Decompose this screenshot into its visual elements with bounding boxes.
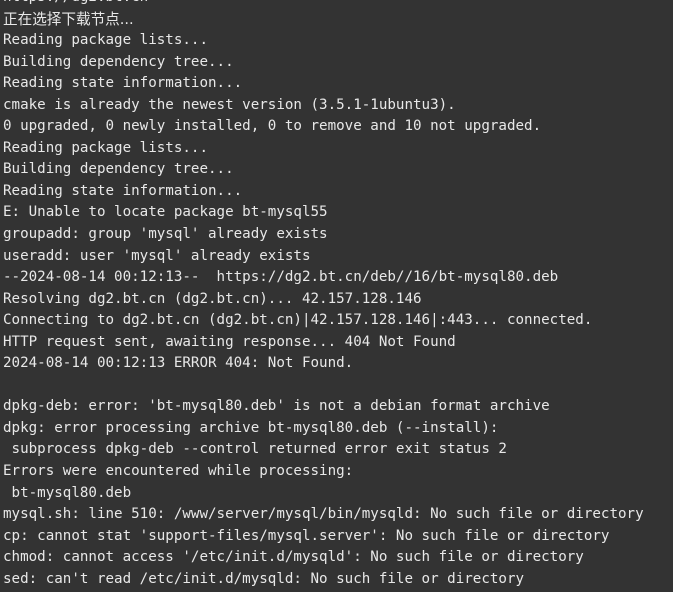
terminal-line: subprocess dpkg-deb --control returned e… <box>3 441 507 458</box>
terminal-line: groupadd: group 'mysql' already exists <box>3 226 328 243</box>
terminal-line: dpkg: error processing archive bt-mysql8… <box>3 419 499 436</box>
terminal-window[interactable]: https://dg2.bt.cn正在选择下载节点... Reading pack… <box>0 0 673 592</box>
terminal-line: Reading package lists... <box>3 139 208 156</box>
terminal-line: Connecting to dg2.bt.cn (dg2.bt.cn)|42.1… <box>3 312 593 329</box>
terminal-line: Building dependency tree... <box>3 161 234 178</box>
terminal-line: sed: can't read /etc/init.d/mysqld: No s… <box>3 570 525 587</box>
terminal-line: dpkg-deb: error: 'bt-mysql80.deb' is not… <box>3 398 550 415</box>
terminal-line: Reading package lists... <box>3 32 208 49</box>
terminal-line: useradd: user 'mysql' already exists <box>3 247 311 264</box>
terminal-line: Building dependency tree... <box>3 53 234 70</box>
terminal-line: mysql.sh: line 510: /www/server/mysql/bi… <box>3 506 644 523</box>
terminal-line: cp: cannot stat 'support-files/mysql.ser… <box>3 527 610 544</box>
terminal-line: bt-mysql80.deb <box>3 484 132 501</box>
terminal-line: chmod: cannot access '/etc/init.d/mysqld… <box>3 549 584 566</box>
terminal-line: Resolving dg2.bt.cn (dg2.bt.cn)... 42.15… <box>3 290 422 307</box>
terminal-line: E: Unable to locate package bt-mysql55 <box>3 204 328 221</box>
terminal-line: 正在选择下载节点... <box>3 10 134 28</box>
terminal-line: HTTP request sent, awaiting response... … <box>3 333 456 350</box>
terminal-line: https://dg2.bt.cn <box>3 0 673 9</box>
terminal-output-buffer: https://dg2.bt.cn正在选择下载节点... Reading pack… <box>3 0 673 590</box>
terminal-line: 0 upgraded, 0 newly installed, 0 to remo… <box>3 118 542 135</box>
terminal-line: 2024-08-14 00:12:13 ERROR 404: Not Found… <box>3 355 354 372</box>
terminal-line: Reading state information... <box>3 182 243 199</box>
terminal-line: Errors were encountered while processing… <box>3 463 354 480</box>
terminal-line: cmake is already the newest version (3.5… <box>3 96 456 113</box>
terminal-line: --2024-08-14 00:12:13-- https://dg2.bt.c… <box>3 269 559 286</box>
terminal-line: Reading state information... <box>3 75 243 92</box>
